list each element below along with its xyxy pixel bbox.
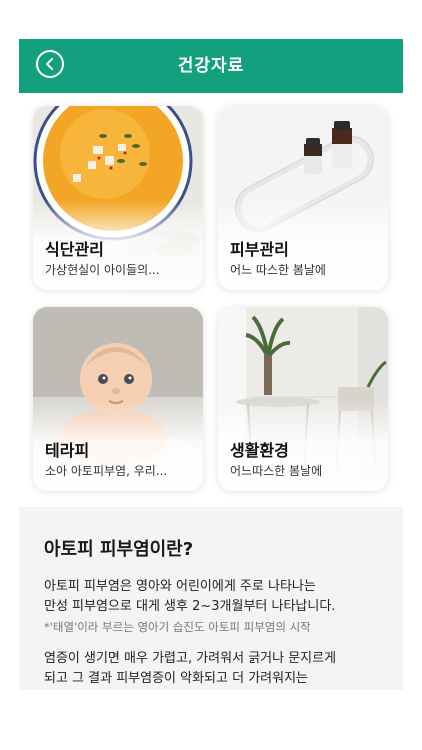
card-title: 피부관리 bbox=[230, 240, 289, 259]
info-line: 되고 그 결과 피부염증이 악화되고 더 가려워지는 bbox=[44, 671, 308, 686]
card-diet[interactable]: 식단관리 가상현실이 아이들의... bbox=[33, 106, 203, 290]
card-desc: 어느 따스한 봄날에 bbox=[230, 263, 326, 277]
card-desc: 가상현실이 아이들의... bbox=[45, 263, 160, 277]
card-title: 테라피 bbox=[45, 441, 90, 460]
card-therapy[interactable]: 테라피 소아 아토피부염, 우리... bbox=[33, 307, 203, 491]
page-title: 건강자료 bbox=[177, 56, 245, 76]
info-line: 아토피 피부염은 영아와 어린이에게 주로 나타나는 bbox=[44, 579, 316, 594]
card-desc: 소아 아토피부염, 우리... bbox=[45, 464, 168, 478]
info-panel: 아토피 피부염이란? 아토피 피부염은 영아와 어린이에게 주로 나타나는 만성… bbox=[19, 507, 403, 690]
info-title: 아토피 피부염이란? bbox=[44, 539, 194, 560]
card-title: 생활환경 bbox=[230, 441, 289, 460]
card-living[interactable]: 생활환경 어느따스한 봄날에 bbox=[218, 307, 388, 491]
card-desc: 어느따스한 봄날에 bbox=[230, 464, 323, 478]
info-line: 만성 피부염으로 대게 생후 2~3개월부터 나타납니다. bbox=[44, 599, 336, 614]
info-body: 아토피 피부염은 영아와 어린이에게 주로 나타나는 만성 피부염으로 대게 생… bbox=[44, 577, 389, 689]
app-header: 건강자료 bbox=[19, 39, 403, 93]
info-note: *'태열'이라 부르는 영아기 습진도 아토피 피부염의 시작 bbox=[44, 620, 311, 634]
info-line: 염증이 생기면 매우 가렵고, 가려워서 긁거나 문지르게 bbox=[44, 651, 337, 666]
card-title: 식단관리 bbox=[45, 240, 104, 259]
card-skin[interactable]: 피부관리 어느 따스한 봄날에 bbox=[218, 106, 388, 290]
